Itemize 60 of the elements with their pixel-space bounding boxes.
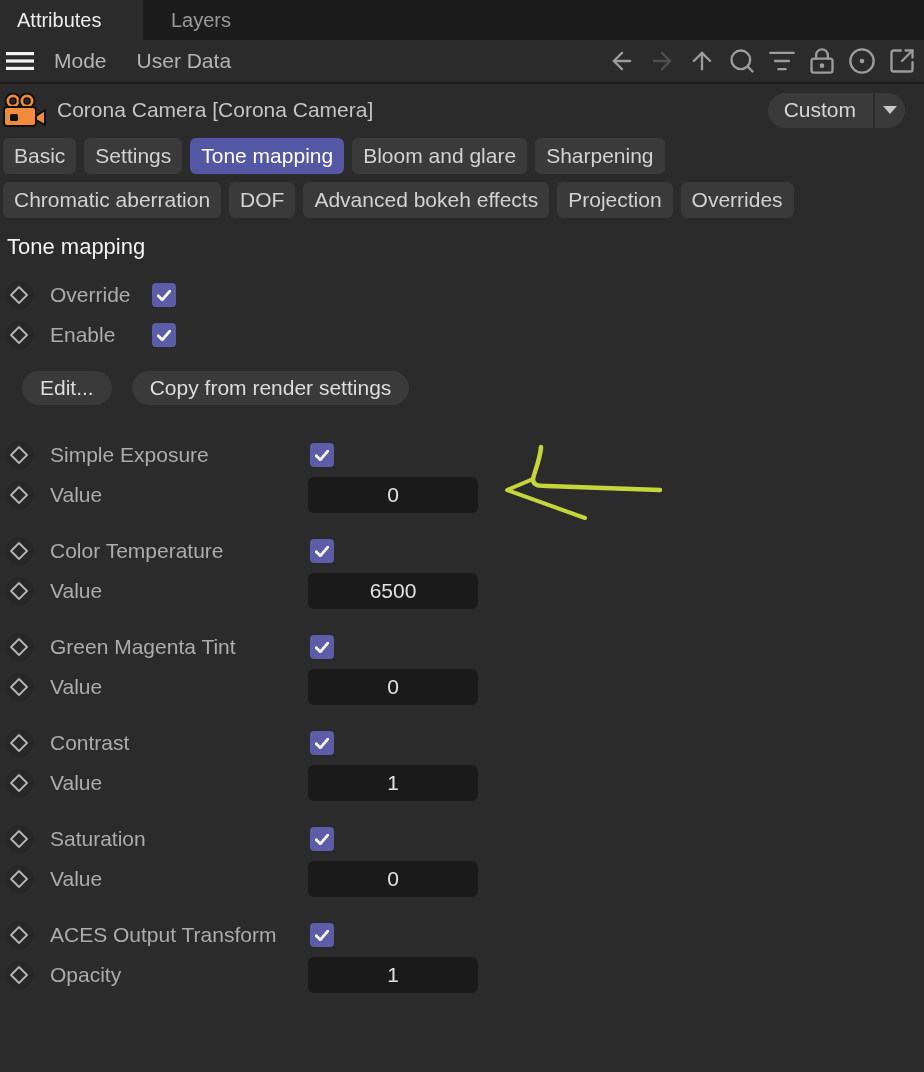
checkmark-icon (315, 449, 329, 461)
category-tab[interactable]: Settings (84, 138, 183, 174)
parameter-label: Simple Exposure (50, 442, 210, 469)
object-title: Corona Camera [Corona Camera] (57, 97, 374, 124)
number-field[interactable]: 0 (308, 477, 478, 513)
category-tab[interactable]: Sharpening (535, 138, 665, 174)
parameter-label: Value (50, 770, 104, 797)
category-tab[interactable]: Advanced bokeh effects (303, 182, 550, 218)
target-icon[interactable] (848, 47, 876, 75)
action-button[interactable]: Copy from render settings (131, 371, 410, 405)
checkmark-icon (157, 329, 171, 341)
parameter-label: ACES Output Transform (50, 922, 278, 949)
padlock-icon[interactable] (808, 47, 836, 75)
parameter-label: Value (50, 674, 104, 701)
checkmark-icon (315, 929, 329, 941)
checkmark-icon (315, 545, 329, 557)
checkbox[interactable] (310, 443, 334, 467)
checkbox[interactable] (310, 827, 334, 851)
action-button[interactable]: Edit... (22, 371, 112, 405)
parameter-label: Contrast (50, 730, 131, 757)
category-tab[interactable]: DOF (229, 182, 296, 218)
search-icon[interactable] (728, 47, 756, 75)
menu-button[interactable]: User Data (136, 45, 232, 77)
parameter-label: Value (50, 578, 104, 605)
number-field[interactable]: 0 (308, 861, 478, 897)
number-field[interactable]: 6500 (308, 573, 478, 609)
menu-icon[interactable] (6, 51, 34, 71)
parameter-label: Enable (50, 322, 117, 349)
checkbox[interactable] (310, 731, 334, 755)
category-tab[interactable]: Basic (3, 138, 77, 174)
category-tab[interactable]: Chromatic aberration (3, 182, 222, 218)
number-field[interactable]: 0 (308, 669, 478, 705)
external-window-icon[interactable] (888, 47, 916, 75)
parameter-label: Override (50, 282, 132, 309)
category-tab[interactable]: Bloom and glare (352, 138, 528, 174)
caret-icon (883, 106, 897, 114)
number-field[interactable]: 1 (308, 957, 478, 993)
parameter-label: Value (50, 482, 104, 509)
category-tab[interactable]: Overrides (680, 182, 794, 218)
category-tab[interactable]: Projection (557, 182, 673, 218)
checkbox[interactable] (310, 923, 334, 947)
checkmark-icon (315, 737, 329, 749)
menu-button[interactable]: Mode (54, 45, 107, 77)
checkmark-icon (315, 641, 329, 653)
section-title: Tone mapping (7, 234, 146, 259)
checkbox[interactable] (310, 539, 334, 563)
preset-dropdown[interactable]: Custom (767, 92, 905, 128)
number-field[interactable]: 1 (308, 765, 478, 801)
checkmark-icon (315, 833, 329, 845)
checkbox[interactable] (152, 323, 176, 347)
checkbox[interactable] (152, 283, 176, 307)
parameter-label: Saturation (50, 826, 147, 853)
category-tab[interactable]: Tone mapping (190, 138, 345, 174)
parameter-label: Value (50, 866, 104, 893)
parameter-label: Opacity (50, 962, 123, 989)
parameter-label: Color Temperature (50, 538, 225, 565)
checkmark-icon (157, 289, 171, 301)
panel-tab[interactable]: Attributes (0, 0, 143, 40)
parameter-label: Green Magenta Tint (50, 634, 237, 661)
checkbox[interactable] (310, 635, 334, 659)
